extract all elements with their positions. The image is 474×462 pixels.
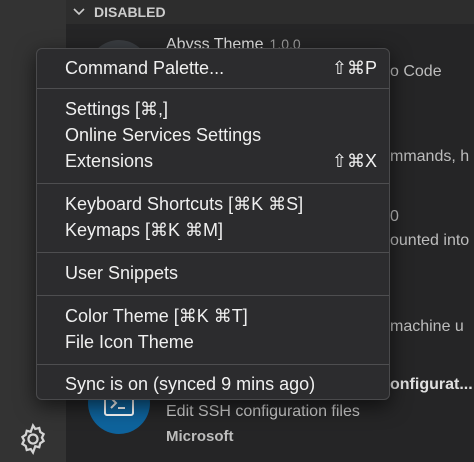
manage-context-menu: Command Palette... ⇧⌘P Settings [⌘,] Onl… <box>36 48 390 400</box>
menu-separator <box>37 183 389 184</box>
menu-item-label: File Icon Theme <box>65 331 194 352</box>
extension-description-fragment: ounted into <box>390 232 470 249</box>
menu-item-shortcut: ⇧⌘X <box>331 150 377 171</box>
menu-item-shortcut: ⇧⌘P <box>331 57 377 78</box>
menu-item-label: Settings [⌘,] <box>65 98 169 119</box>
ssh-extension-publisher: Microsoft <box>166 428 234 445</box>
menu-item-label: Sync is on (synced 9 mins ago) <box>65 373 316 394</box>
extension-description-fragment: machine u <box>390 318 464 335</box>
menu-separator <box>37 364 389 365</box>
menu-item-extensions[interactable]: Extensions ⇧⌘X <box>37 148 389 174</box>
menu-item-online-services-settings[interactable]: Online Services Settings <box>37 122 389 148</box>
menu-item-label: Keymaps [⌘K ⌘M] <box>65 219 224 240</box>
menu-item-label: Extensions <box>65 150 154 171</box>
menu-item-label: Online Services Settings <box>65 124 262 145</box>
menu-item-label: Keyboard Shortcuts [⌘K ⌘S] <box>65 193 304 214</box>
menu-item-command-palette[interactable]: Command Palette... ⇧⌘P <box>37 55 389 81</box>
menu-item-label: Command Palette... <box>65 57 225 78</box>
extension-description-fragment: mmands, h <box>390 148 470 165</box>
disabled-section-header[interactable]: DISABLED <box>66 0 474 24</box>
menu-item-keymaps[interactable]: Keymaps [⌘K ⌘M] <box>37 217 389 243</box>
menu-item-label: Color Theme [⌘K ⌘T] <box>65 305 248 326</box>
menu-item-sync-status[interactable]: Sync is on (synced 9 mins ago) <box>37 371 389 397</box>
menu-separator <box>37 88 389 89</box>
menu-item-keyboard-shortcuts[interactable]: Keyboard Shortcuts [⌘K ⌘S] <box>37 191 389 217</box>
menu-item-file-icon-theme[interactable]: File Icon Theme <box>37 329 389 355</box>
ssh-extension-title: onfigurat... <box>390 376 473 393</box>
manage-gear-icon[interactable] <box>14 420 52 458</box>
extension-version-fragment: 0 <box>390 208 399 225</box>
extension-description-fragment: o Code <box>390 63 442 80</box>
chevron-down-icon <box>72 5 86 19</box>
menu-item-label: User Snippets <box>65 262 179 283</box>
menu-separator <box>37 252 389 253</box>
menu-item-color-theme[interactable]: Color Theme [⌘K ⌘T] <box>37 303 389 329</box>
menu-item-user-snippets[interactable]: User Snippets <box>37 260 389 286</box>
section-title: DISABLED <box>94 4 166 20</box>
menu-item-settings[interactable]: Settings [⌘,] <box>37 96 389 122</box>
menu-separator <box>37 295 389 296</box>
ssh-extension-description: Edit SSH configuration files <box>166 403 360 420</box>
